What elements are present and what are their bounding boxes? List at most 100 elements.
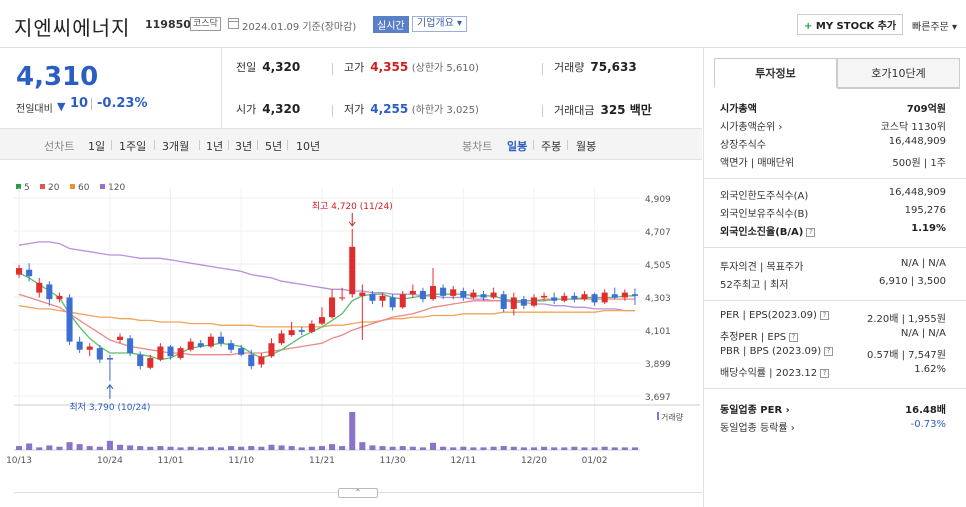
divider — [154, 140, 155, 150]
stat-value: 75,633 — [590, 60, 637, 74]
stat-high: 고가 4,355 (상한가 5,610) — [344, 59, 479, 75]
legend-swatch — [100, 184, 105, 189]
volume-bar — [470, 447, 477, 450]
candle-body — [631, 294, 638, 296]
x-tick-label: 11/10 — [228, 456, 254, 466]
candle-weekly[interactable]: 주봉 — [541, 138, 561, 154]
volume-bar — [429, 442, 437, 450]
x-tick-label: 11/30 — [380, 456, 406, 466]
invest-row-value: 1.62% — [914, 364, 946, 375]
invest-row: 상장주식수 16,448,909 — [720, 136, 946, 152]
stat-amount: 거래대금 325 백만 — [554, 101, 652, 118]
invest-row: 외국인보유주식수(B) 195,276 — [720, 205, 946, 221]
invest-row-label[interactable]: 시가총액순위 › — [720, 118, 782, 133]
candle-body — [76, 341, 83, 350]
invest-row: 액면가 | 매매단위 500원 | 1주 — [720, 154, 946, 170]
invest-row: 동일업종 등락률 › -0.73% — [720, 419, 946, 435]
candle-body — [359, 292, 366, 296]
candle-body — [339, 297, 346, 299]
price-box: 4,310 전일대비 ▼ 10 -0.23% — [0, 48, 222, 128]
add-my-stock-label: MY STOCK 추가 — [815, 21, 897, 32]
candle-body — [379, 295, 386, 301]
invest-row-value: 코스닥 1130위 — [880, 122, 946, 133]
candle-daily[interactable]: 일봉 — [507, 138, 527, 154]
calendar-icon — [228, 18, 239, 29]
period-1w[interactable]: 1주일 — [119, 138, 146, 154]
volume-bar — [419, 447, 426, 450]
invest-row: 시가총액 709억원 — [720, 100, 946, 116]
volume-bar — [510, 446, 517, 450]
invest-row-label[interactable]: 동일업종 PER › — [720, 401, 790, 416]
volume-bar — [96, 446, 103, 450]
y-tick-label: 4,303 — [645, 294, 671, 304]
invest-row: 시가총액순위 › 코스닥 1130위 — [720, 118, 946, 134]
candle-body — [96, 348, 103, 360]
volume-bar — [248, 446, 255, 450]
tab-invest-info[interactable]: 투자정보 — [714, 58, 837, 88]
invest-row-value: 16,448,909 — [888, 187, 946, 198]
invest-row: 외국인소진율(B/A)? 1.19% — [720, 223, 946, 239]
company-name: 지엔씨에너지 — [14, 16, 131, 40]
plus-icon: + — [804, 21, 813, 32]
volume-bar — [339, 446, 346, 450]
change-value: 10 — [70, 96, 89, 111]
divider — [704, 388, 966, 389]
candle-body — [187, 341, 194, 350]
line-chart-label: 선차트 — [44, 140, 75, 153]
invest-row-label[interactable]: 동일업종 등락률 › — [720, 419, 795, 434]
volume-bar — [106, 440, 113, 450]
volume-bar — [308, 446, 315, 450]
volume-bar — [288, 446, 295, 450]
help-icon[interactable]: ? — [819, 310, 829, 320]
help-icon[interactable]: ? — [806, 227, 816, 237]
legend-label: 120 — [108, 183, 125, 193]
price-stats: 전일 4,320 고가 4,355 (상한가 5,610) 거래량 75,633 시가… — [222, 48, 702, 128]
collapse-chart-button[interactable]: ⌃ — [338, 488, 378, 498]
candle-body — [500, 294, 507, 309]
period-1y[interactable]: 1년 — [206, 138, 223, 154]
volume-bar — [157, 446, 164, 450]
help-icon[interactable]: ? — [824, 346, 834, 356]
invest-row-value: 1.19% — [911, 223, 946, 234]
help-icon[interactable]: ? — [820, 368, 830, 378]
period-5y[interactable]: 5년 — [265, 138, 282, 154]
volume-bar — [379, 446, 386, 450]
y-tick-label: 4,909 — [645, 195, 671, 205]
y-tick-label: 4,505 — [645, 261, 671, 271]
x-tick-label: 10/24 — [97, 456, 123, 466]
tab-order-book[interactable]: 호가10단계 — [837, 58, 960, 88]
invest-row-label: 외국인소진율(B/A) — [720, 227, 804, 238]
candle-body — [127, 338, 134, 354]
divider — [228, 140, 229, 150]
live-button[interactable]: 실시간 — [373, 16, 409, 33]
stat-value: 4,320 — [262, 102, 301, 116]
quick-order-dropdown[interactable]: 빠른주문 ▾ — [912, 18, 957, 33]
volume-bar — [520, 447, 527, 450]
period-10y[interactable]: 10년 — [296, 138, 320, 154]
candle-body — [177, 348, 184, 358]
invest-row-value: 500원 | 1주 — [892, 158, 946, 169]
volume-bar — [500, 446, 507, 450]
price-chart[interactable]: 5 20 60 120 4,909 4,707 4,505 4,303 4,101 3,899 3,… — [0, 160, 702, 470]
stat-label: 저가 — [344, 103, 365, 116]
company-overview-dropdown[interactable]: 기업개요 ▾ — [412, 16, 467, 32]
divider — [533, 140, 534, 150]
volume-bar — [217, 447, 225, 450]
volume-bar — [541, 446, 548, 450]
candle-monthly[interactable]: 월봉 — [576, 138, 596, 154]
x-tick-label: 11/21 — [309, 456, 335, 466]
candle-body — [26, 269, 33, 277]
period-1d[interactable]: 1일 — [88, 138, 105, 154]
add-my-stock-button[interactable]: + MY STOCK 추가 — [797, 14, 904, 35]
volume-bar — [76, 444, 83, 450]
help-icon[interactable]: ? — [789, 332, 799, 342]
period-3y[interactable]: 3년 — [235, 138, 252, 154]
invest-row: 외국인한도주식수(A) 16,448,909 — [720, 187, 946, 203]
candle-body — [419, 290, 426, 300]
period-3m[interactable]: 3개월 — [162, 138, 189, 154]
invest-row: PER | EPS(2023.09)? 2.20배 | 1,955원 — [720, 310, 946, 326]
candle-body — [460, 290, 467, 298]
candle-body — [621, 292, 628, 298]
divider — [542, 105, 543, 117]
volume-bar — [207, 446, 214, 450]
